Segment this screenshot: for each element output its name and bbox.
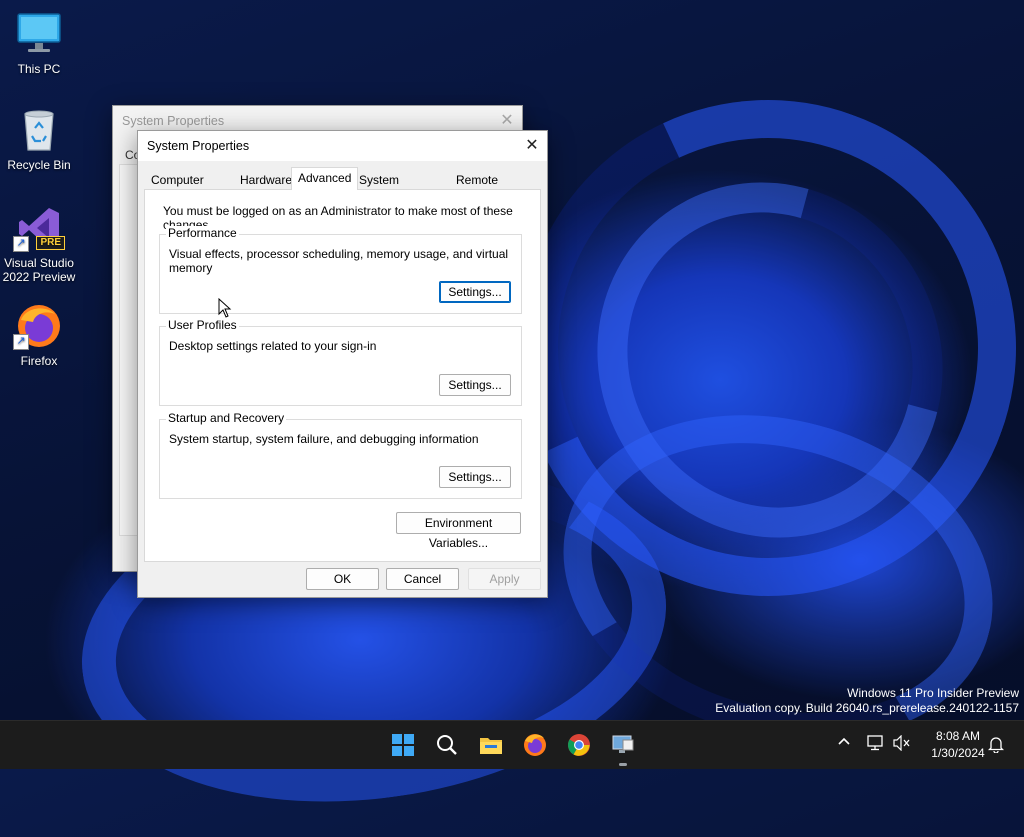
mouse-cursor-icon [218, 297, 232, 318]
group-title: Startup and Recovery [166, 411, 287, 425]
desktop-icon-label: Firefox [20, 354, 58, 368]
watermark-edition: Windows 11 Pro Insider Preview [847, 686, 1019, 700]
chevron-up-icon[interactable] [837, 735, 851, 752]
performance-settings-button[interactable]: Settings... [439, 281, 511, 303]
visual-studio-icon: PRE ↗ [13, 204, 65, 252]
desktop-icon-label: This PC [17, 62, 61, 76]
network-icon[interactable] [867, 735, 885, 754]
chrome-icon[interactable] [565, 731, 593, 759]
group-description: Desktop settings related to your sign-in [169, 339, 377, 353]
watermark-build: Evaluation copy. Build 26040.rs_prerelea… [715, 701, 1019, 715]
group-title: User Profiles [166, 318, 239, 332]
search-icon[interactable] [433, 731, 461, 759]
clock-time[interactable]: 8:08 AM [920, 729, 996, 743]
dialog-title: System Properties [138, 131, 547, 161]
shortcut-arrow-icon: ↗ [13, 334, 29, 350]
file-explorer-icon[interactable] [477, 731, 505, 759]
monitor-icon [15, 10, 63, 58]
desktop-icon-visual-studio[interactable]: PRE ↗ Visual Studio 2022 Preview [1, 204, 77, 284]
tab-remote[interactable]: Remote [450, 171, 504, 189]
taskbar: 8:08 AM 1/30/2024 [0, 720, 1024, 769]
environment-variables-button[interactable]: Environment Variables... [396, 512, 521, 550]
cancel-button[interactable]: Cancel [386, 568, 459, 590]
group-description: System startup, system failure, and debu… [169, 432, 479, 446]
wallpaper-swirl [532, 119, 1008, 601]
tab-system-protection[interactable]: System Protection [353, 171, 419, 205]
performance-group: Performance Visual effects, processor sc… [159, 226, 522, 314]
user-profiles-settings-button[interactable]: Settings... [439, 374, 511, 396]
close-icon[interactable]: ✕ [517, 131, 547, 161]
system-properties-dialog[interactable]: System Properties ✕ Computer Name Hardwa… [137, 130, 548, 598]
advanced-tab-panel: You must be logged on as an Administrato… [144, 189, 541, 562]
tab-hardware[interactable]: Hardware [234, 171, 298, 189]
group-description: Visual effects, processor scheduling, me… [169, 247, 509, 275]
recycle-bin-icon [15, 106, 63, 154]
desktop-icon-this-pc[interactable]: This PC [1, 10, 77, 76]
clock-date[interactable]: 1/30/2024 [920, 746, 996, 760]
desktop-icon-label: Visual Studio 2022 Preview [2, 256, 76, 284]
system-properties-icon[interactable] [609, 731, 637, 766]
group-title: Performance [166, 226, 239, 240]
preview-badge: PRE [36, 236, 65, 250]
ok-button[interactable]: OK [306, 568, 379, 590]
startup-recovery-settings-button[interactable]: Settings... [439, 466, 511, 488]
running-indicator [619, 763, 627, 766]
desktop-icon-label: Recycle Bin [7, 158, 71, 172]
tab-computer-name[interactable]: Computer Name [145, 171, 210, 205]
start-icon[interactable] [389, 731, 417, 759]
notification-bell-icon[interactable] [987, 735, 1005, 756]
volume-muted-icon[interactable] [893, 734, 911, 754]
user-profiles-group: User Profiles Desktop settings related t… [159, 318, 522, 406]
firefox-icon[interactable] [521, 731, 549, 759]
startup-recovery-group: Startup and Recovery System startup, sys… [159, 411, 522, 499]
tab-advanced[interactable]: Advanced [291, 167, 359, 190]
shortcut-arrow-icon: ↗ [13, 236, 29, 252]
apply-button[interactable]: Apply [468, 568, 541, 590]
desktop-icon-firefox[interactable]: ↗ Firefox [1, 302, 77, 368]
firefox-icon: ↗ [13, 302, 63, 350]
desktop-icon-recycle-bin[interactable]: Recycle Bin [1, 106, 77, 172]
